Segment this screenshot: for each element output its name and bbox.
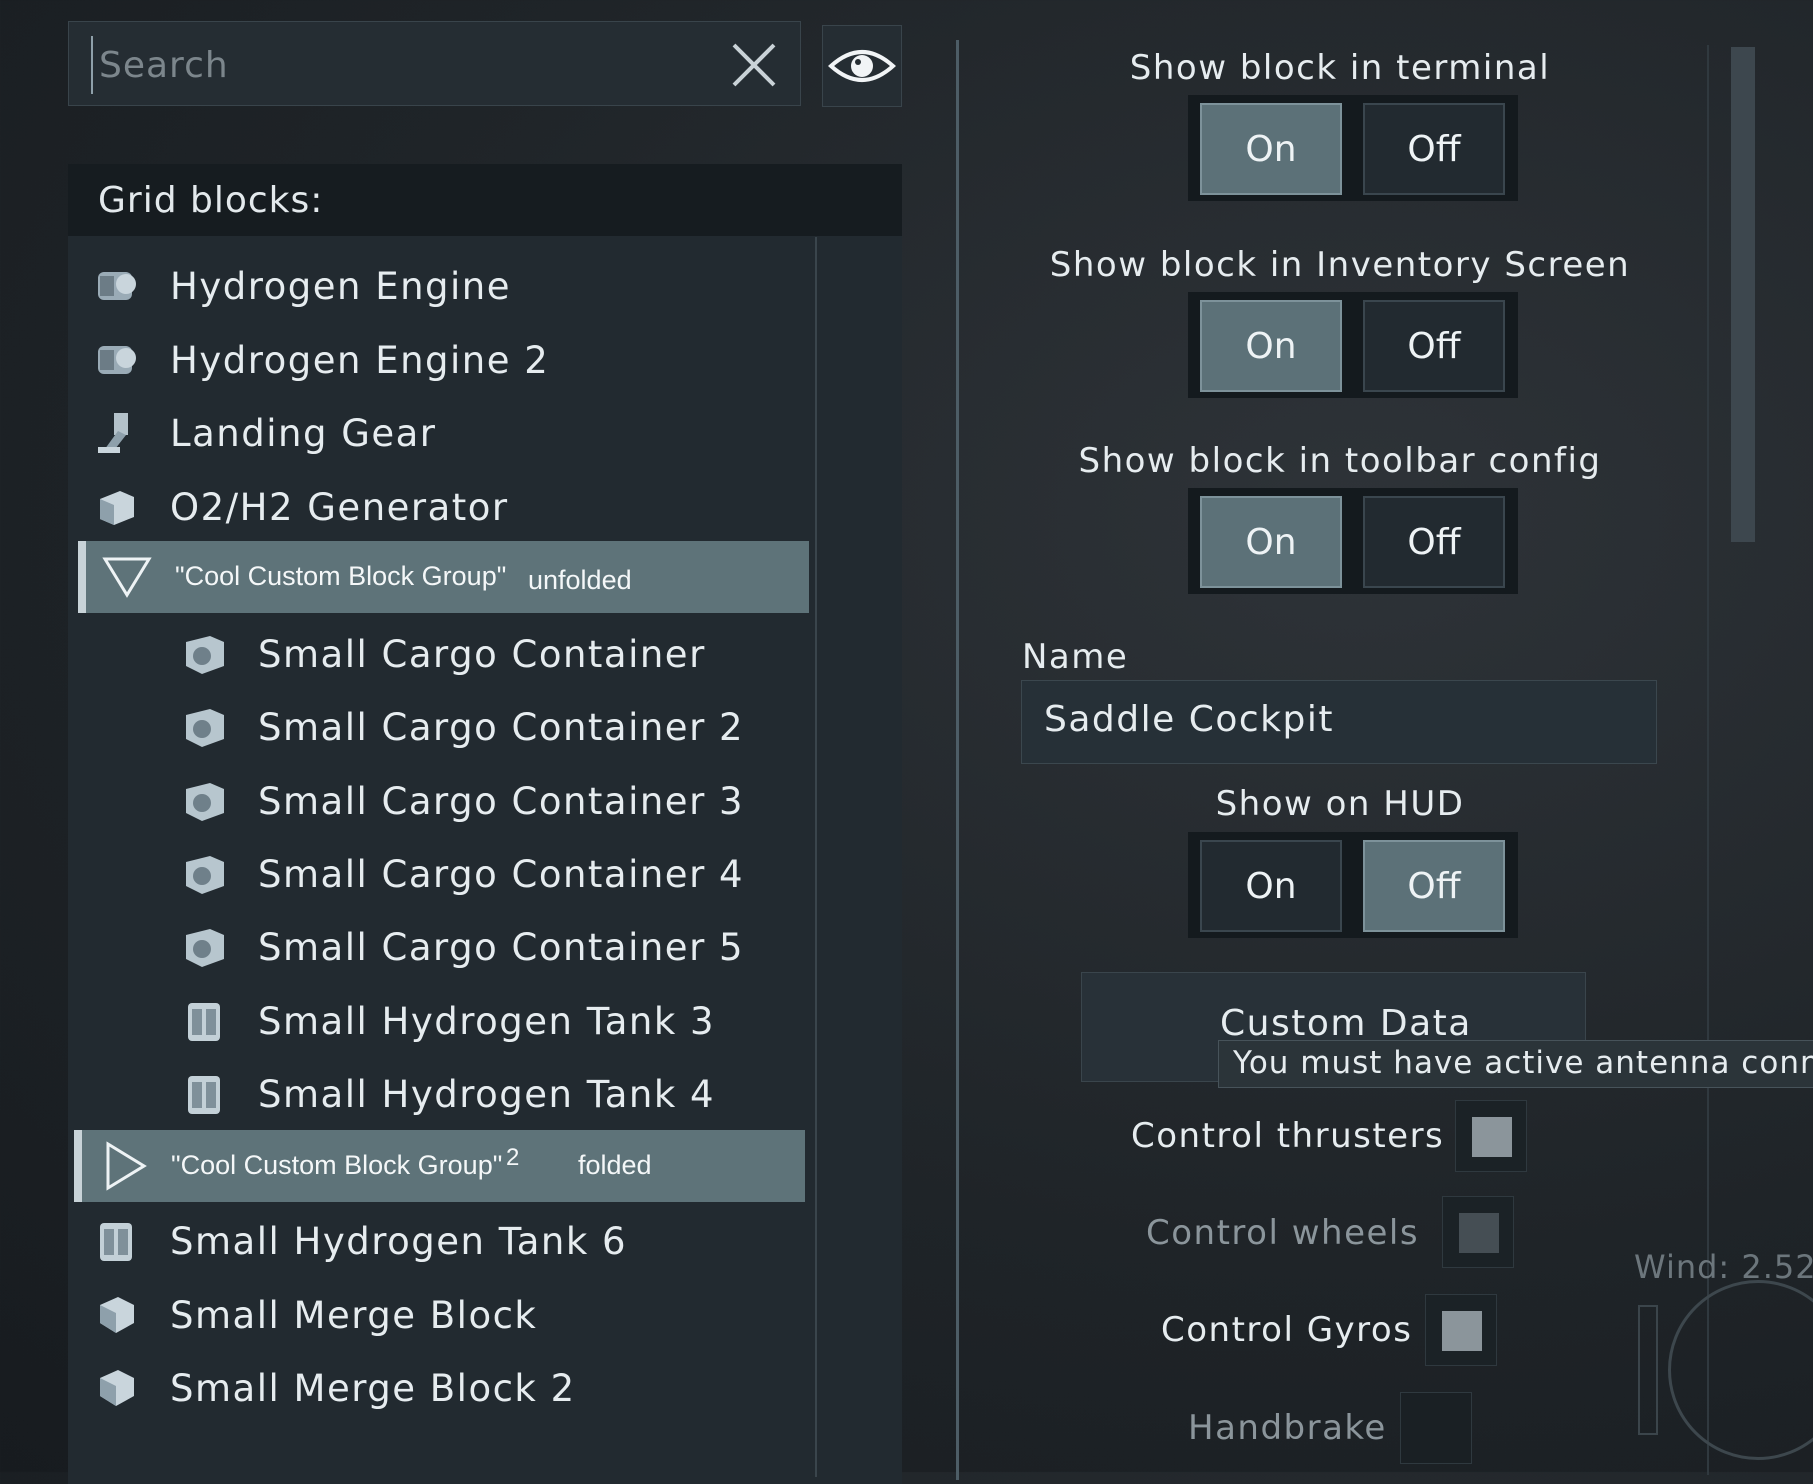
show-inventory-on-button[interactable]: On <box>1200 300 1342 392</box>
cargo-icon <box>186 783 224 821</box>
list-item[interactable]: Small Merge Block <box>92 1282 537 1348</box>
list-item[interactable]: Small Cargo Container 3 <box>180 768 744 834</box>
list-item[interactable]: Small Hydrogen Tank 4 <box>180 1061 715 1127</box>
cargo-icon <box>186 709 224 747</box>
cargo-icon <box>186 636 224 674</box>
list-item[interactable]: Small Merge Block 2 <box>92 1355 576 1421</box>
show-terminal-off-button[interactable]: Off <box>1363 103 1505 195</box>
control-thrusters-checkbox[interactable] <box>1455 1100 1527 1172</box>
show-hud-on-button[interactable]: On <box>1200 840 1342 932</box>
show-toolbar-toggle: On Off <box>1188 488 1518 594</box>
show-inventory-toggle: On Off <box>1188 292 1518 398</box>
generator-icon <box>100 491 134 525</box>
list-item[interactable]: Small Cargo Container 2 <box>180 694 744 760</box>
checkbox-box <box>1459 1213 1499 1253</box>
list-header-title: Grid blocks: <box>98 180 324 221</box>
list-item[interactable]: Small Cargo Container 4 <box>180 841 744 907</box>
list-item[interactable]: O2/H2 Generator <box>92 474 509 540</box>
list-item[interactable]: Landing Gear <box>92 400 437 466</box>
custom-data-label: Custom Data <box>1220 1003 1472 1044</box>
clear-search-button[interactable] <box>729 40 779 90</box>
list-item[interactable]: Small Cargo Container 5 <box>180 914 744 980</box>
list-item[interactable]: Hydrogen Engine 2 <box>92 327 549 393</box>
control-gyros-checkbox[interactable] <box>1425 1294 1497 1366</box>
checkbox-box <box>1472 1117 1512 1157</box>
wind-gauge-ring <box>1668 1280 1813 1460</box>
triangle-right-icon <box>106 1141 147 1191</box>
visibility-toggle-button[interactable] <box>822 25 902 107</box>
show-inventory-off-button[interactable]: Off <box>1363 300 1505 392</box>
checkbox-box <box>1442 1311 1482 1351</box>
cargo-icon <box>186 856 224 894</box>
list-item[interactable]: Small Hydrogen Tank 6 <box>92 1208 627 1274</box>
group-name: "Cool Custom Block Group" <box>171 1150 503 1180</box>
name-field[interactable]: Saddle Cockpit <box>1021 680 1657 764</box>
group-row-folded[interactable]: "Cool Custom Block Group" 2 folded <box>74 1130 805 1202</box>
group-selection-bar <box>74 1130 82 1202</box>
group-selection-bar <box>78 541 86 613</box>
show-inventory-label: Show block in Inventory Screen <box>1049 245 1631 285</box>
control-gyros-label: Control Gyros <box>1161 1310 1413 1350</box>
control-wheels-label: Control wheels <box>1146 1213 1420 1253</box>
show-terminal-on-button[interactable]: On <box>1200 103 1342 195</box>
show-hud-toggle: On Off <box>1188 832 1518 938</box>
show-terminal-label: Show block in terminal <box>1129 48 1551 88</box>
cargo-icon <box>186 929 224 967</box>
group-suffix: 2 <box>506 1144 520 1171</box>
group-name: "Cool Custom Block Group" <box>175 561 507 591</box>
wind-readout: Wind: 2.52 <box>1634 1248 1813 1286</box>
merge-icon <box>100 1297 134 1333</box>
search-box <box>68 21 801 106</box>
merge-icon <box>100 1370 134 1406</box>
show-hud-label: Show on HUD <box>1215 784 1465 824</box>
show-hud-off-button[interactable]: Off <box>1363 840 1505 932</box>
handbrake-checkbox[interactable] <box>1400 1392 1472 1464</box>
name-value: Saddle Cockpit <box>1044 699 1334 740</box>
eye-icon <box>828 50 896 82</box>
tank-icon <box>188 1076 220 1114</box>
show-toolbar-label: Show block in toolbar config <box>1078 441 1602 481</box>
wind-gauge-bar <box>1638 1305 1658 1435</box>
group-state: folded <box>578 1150 652 1180</box>
group-row-unfolded[interactable]: "Cool Custom Block Group" unfolded <box>78 541 809 613</box>
close-icon <box>732 43 776 87</box>
group-state: unfolded <box>528 565 632 595</box>
show-toolbar-on-button[interactable]: On <box>1200 496 1342 588</box>
control-thrusters-label: Control thrusters <box>1131 1116 1445 1156</box>
list-item[interactable]: Small Hydrogen Tank 3 <box>180 988 715 1054</box>
tank-icon <box>100 1223 132 1261</box>
options-scrollbar-thumb[interactable] <box>1731 47 1755 542</box>
control-wheels-checkbox[interactable] <box>1442 1196 1514 1268</box>
handbrake-label: Handbrake <box>1188 1408 1387 1448</box>
list-header: Grid blocks: <box>68 164 902 236</box>
list-item[interactable]: Hydrogen Engine <box>92 253 511 319</box>
tooltip-text: You must have active antenna conne <box>1233 1045 1813 1081</box>
show-terminal-toggle: On Off <box>1188 95 1518 201</box>
name-label: Name <box>1022 637 1129 677</box>
triangle-down-icon <box>102 557 152 598</box>
list-item[interactable]: Small Cargo Container <box>180 621 706 687</box>
list-scrollbar[interactable] <box>815 237 817 1477</box>
show-toolbar-off-button[interactable]: Off <box>1363 496 1505 588</box>
landing-gear-icon <box>98 413 128 453</box>
tooltip: You must have active antenna conne <box>1218 1040 1813 1088</box>
tank-icon <box>188 1003 220 1041</box>
engine-icon <box>98 346 136 374</box>
engine-icon <box>98 272 136 300</box>
search-input[interactable] <box>91 36 721 94</box>
panel-divider <box>956 40 959 1480</box>
